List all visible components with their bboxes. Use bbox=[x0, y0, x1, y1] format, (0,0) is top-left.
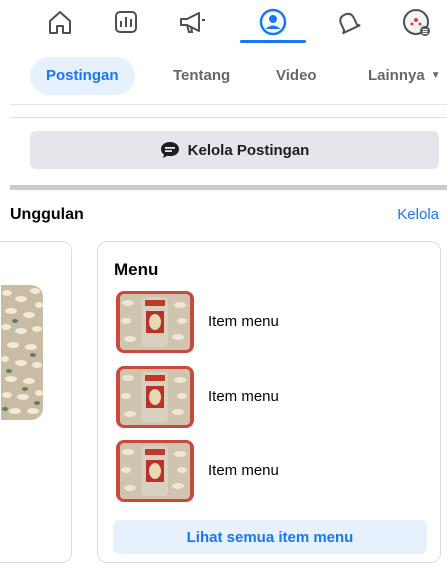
top-navigation bbox=[0, 0, 447, 46]
featured-photo bbox=[1, 285, 43, 420]
dashboard-icon[interactable] bbox=[108, 4, 144, 40]
menu-item-name: Item menu bbox=[208, 313, 279, 330]
featured-title: Unggulan bbox=[10, 206, 84, 223]
divider bbox=[10, 117, 447, 118]
tab-label: Lainnya bbox=[368, 67, 425, 84]
menu-item[interactable]: Item menu bbox=[116, 366, 426, 428]
chat-bubble-icon bbox=[160, 142, 179, 158]
chevron-down-icon: ▼ bbox=[430, 70, 441, 82]
manage-posts-button[interactable]: Kelola Postingan bbox=[30, 131, 439, 169]
tab-label: Tentang bbox=[173, 67, 231, 84]
megaphone-icon[interactable] bbox=[174, 4, 210, 40]
menu-item-name: Item menu bbox=[208, 388, 279, 405]
featured-card-photo[interactable] bbox=[0, 241, 72, 563]
section-divider bbox=[10, 185, 447, 190]
featured-manage-link[interactable]: Kelola bbox=[397, 206, 439, 223]
menu-avatar-icon[interactable] bbox=[398, 4, 434, 40]
menu-item-name: Item menu bbox=[208, 462, 279, 479]
menu-item-thumbnail bbox=[116, 366, 194, 428]
home-icon[interactable] bbox=[42, 4, 78, 40]
page-tabs: Postingan Tentang Video Lainnya ▼ bbox=[0, 50, 447, 102]
active-tab-indicator bbox=[240, 40, 306, 43]
featured-menu-card: Menu Item menu Item menu Item menu Lihat… bbox=[97, 241, 441, 563]
tab-video[interactable]: Video bbox=[276, 57, 317, 95]
bell-icon[interactable] bbox=[330, 4, 366, 40]
manage-posts-label: Kelola Postingan bbox=[187, 141, 310, 159]
tab-label: Video bbox=[276, 67, 317, 84]
menu-item-thumbnail bbox=[116, 291, 194, 353]
profile-icon[interactable] bbox=[255, 4, 291, 40]
divider bbox=[10, 104, 447, 105]
menu-item-thumbnail bbox=[116, 440, 194, 502]
tab-postingan[interactable]: Postingan bbox=[30, 57, 135, 95]
menu-item[interactable]: Item menu bbox=[116, 291, 426, 353]
see-all-label: Lihat semua item menu bbox=[186, 528, 354, 546]
menu-item[interactable]: Item menu bbox=[116, 440, 426, 502]
tab-label: Postingan bbox=[46, 67, 119, 84]
menu-card-title: Menu bbox=[114, 260, 159, 279]
tab-lainnya[interactable]: Lainnya ▼ bbox=[368, 57, 441, 95]
see-all-menu-items-button[interactable]: Lihat semua item menu bbox=[113, 520, 427, 554]
tab-tentang[interactable]: Tentang bbox=[173, 57, 230, 95]
